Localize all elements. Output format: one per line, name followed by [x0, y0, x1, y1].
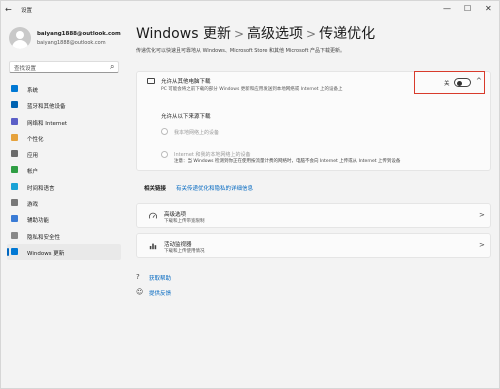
- windows-update-icon: [11, 247, 18, 255]
- pc-icon: [147, 78, 155, 84]
- settings-window: ← 设置 — ☐ ✕ baiyang1888@outlook.com baiya…: [0, 0, 500, 389]
- sidebar-item-system[interactable]: 系统: [7, 81, 121, 97]
- sidebar-item-accounts[interactable]: 帐户: [7, 162, 121, 178]
- give-feedback-label: 提供反馈: [149, 291, 172, 297]
- sidebar-item-label: 时间和语言: [27, 185, 55, 192]
- sidebar-item-label: 系统: [27, 88, 39, 94]
- sidebar-item-apps[interactable]: 应用: [7, 146, 121, 162]
- minimize-icon[interactable]: —: [443, 4, 451, 13]
- avatar-head-shape: [16, 31, 24, 39]
- local-network-radio[interactable]: [161, 128, 168, 135]
- search-placeholder: 查找设置: [14, 66, 37, 72]
- internet-and-local-radio[interactable]: [161, 151, 168, 158]
- chart-icon: [149, 243, 157, 250]
- sidebar-item-label: 帐户: [27, 169, 39, 176]
- bluetooth-devices-icon: [11, 101, 18, 109]
- get-help-label: 获取帮助: [149, 276, 172, 282]
- sidebar-item-bluetooth-devices[interactable]: 蓝牙和其他设备: [7, 97, 121, 113]
- related-links-heading: 相关链接: [144, 186, 167, 192]
- breadcrumb-separator: >: [233, 27, 245, 41]
- allow-downloads-title: 允许从其他电脑下载: [161, 79, 211, 85]
- page-title: 传递优化: [319, 26, 376, 42]
- sidebar-item-label: 个性化: [27, 136, 44, 143]
- sidebar-item-privacy-security[interactable]: 隐私和安全性: [7, 228, 121, 244]
- user-email: baiyang1888@outlook.com: [37, 40, 106, 46]
- sidebar-item-label: 辅助功能: [27, 218, 50, 225]
- personalization-icon: [11, 133, 18, 141]
- maximize-icon[interactable]: ☐: [464, 4, 471, 13]
- privacy-details-link[interactable]: 有关传递优化和隐私的详细信息: [176, 184, 253, 192]
- sidebar-item-gaming[interactable]: 游戏: [7, 195, 121, 211]
- sidebar-item-time-language[interactable]: 时间和语言: [7, 179, 121, 195]
- help-icon: ?: [136, 273, 140, 281]
- metered-network-note: 注意：当 Windows 检测到你正在使用按流量计费的网络时，电脑不会向 Int…: [174, 159, 401, 164]
- gaming-icon: [11, 199, 18, 207]
- local-network-label: 我本地网络上的设备: [174, 130, 220, 136]
- active-indicator: [7, 247, 9, 256]
- sidebar-item-label: 游戏: [27, 202, 39, 209]
- download-sources-heading: 允许从以下来源下载: [161, 114, 211, 120]
- sidebar-item-accessibility[interactable]: 辅助功能: [7, 211, 121, 227]
- breadcrumb-advanced-options[interactable]: 高级选项: [247, 26, 303, 42]
- user-name: baiyang1888@outlook.com: [37, 31, 121, 37]
- system-icon: [11, 85, 18, 92]
- close-icon[interactable]: ✕: [485, 4, 492, 13]
- advanced-options-row[interactable]: 高级选项 下载和上传带宽限制 >: [136, 203, 491, 228]
- accounts-icon: [11, 166, 18, 174]
- search-input[interactable]: 查找设置 ⌕: [9, 61, 119, 73]
- internet-and-local-label: Internet 和我的本地网络上的设备: [174, 152, 251, 158]
- sidebar-nav: 系统蓝牙和其他设备 网络和 Internet 个性化应用帐户时间和语言游戏辅助功能隐…: [7, 81, 121, 261]
- avatar-body-shape: [12, 40, 28, 49]
- toggle-state-label: 关: [444, 81, 450, 87]
- allow-downloads-toggle[interactable]: [454, 78, 471, 87]
- sidebar-item-label: 网络和 Internet: [27, 120, 68, 127]
- chevron-right-icon: >: [479, 241, 485, 249]
- breadcrumb: Windows 更新 > 高级选项 > 传递优化: [136, 23, 375, 43]
- chevron-up-icon[interactable]: ^: [476, 77, 482, 85]
- avatar[interactable]: [9, 27, 31, 49]
- feedback-icon: ☺: [136, 288, 144, 296]
- sidebar-item-label: 隐私和安全性: [27, 234, 61, 241]
- speedometer-icon: [149, 212, 157, 219]
- allow-downloads-description: PC 可能会将之前下载的部分 Windows 更新和应用发送到本地网络或 Int…: [161, 87, 343, 92]
- sidebar-item-label: 蓝牙和其他设备: [27, 104, 66, 111]
- apps-icon: [11, 150, 18, 158]
- breadcrumb-separator: >: [306, 27, 317, 41]
- sidebar-item-label: 应用: [27, 153, 39, 160]
- advanced-options-description: 下载和上传带宽限制: [164, 219, 205, 224]
- advanced-options-title: 高级选项: [164, 212, 187, 218]
- sidebar-item-windows-update[interactable]: Windows 更新: [7, 243, 121, 261]
- page-description: 传递优化可以快速且可靠地从 Windows、Microsoft Store 和其…: [136, 48, 345, 54]
- chevron-right-icon: >: [479, 211, 485, 219]
- search-icon[interactable]: ⌕: [110, 62, 114, 72]
- activity-monitor-description: 下载和上传使用情况: [164, 249, 205, 254]
- sidebar-item-network-internet[interactable]: 网络和 Internet: [7, 114, 121, 130]
- activity-monitor-row[interactable]: 活动监视器 下载和上传使用情况 >: [136, 233, 491, 258]
- privacy-security-icon: [11, 231, 18, 239]
- sidebar-item-label: Windows 更新: [27, 250, 65, 257]
- time-language-icon: [11, 182, 18, 190]
- breadcrumb-windows-update[interactable]: Windows 更新: [136, 26, 231, 42]
- title-bar: ← 设置 — ☐ ✕: [1, 1, 500, 19]
- back-arrow-icon[interactable]: ←: [5, 5, 12, 14]
- accessibility-icon: [11, 215, 18, 223]
- network-internet-icon: [11, 117, 18, 125]
- toggle-knob: [457, 80, 462, 86]
- sidebar-item-personalization[interactable]: 个性化: [7, 130, 121, 146]
- activity-monitor-title: 活动监视器: [164, 242, 192, 248]
- app-title: 设置: [21, 8, 33, 14]
